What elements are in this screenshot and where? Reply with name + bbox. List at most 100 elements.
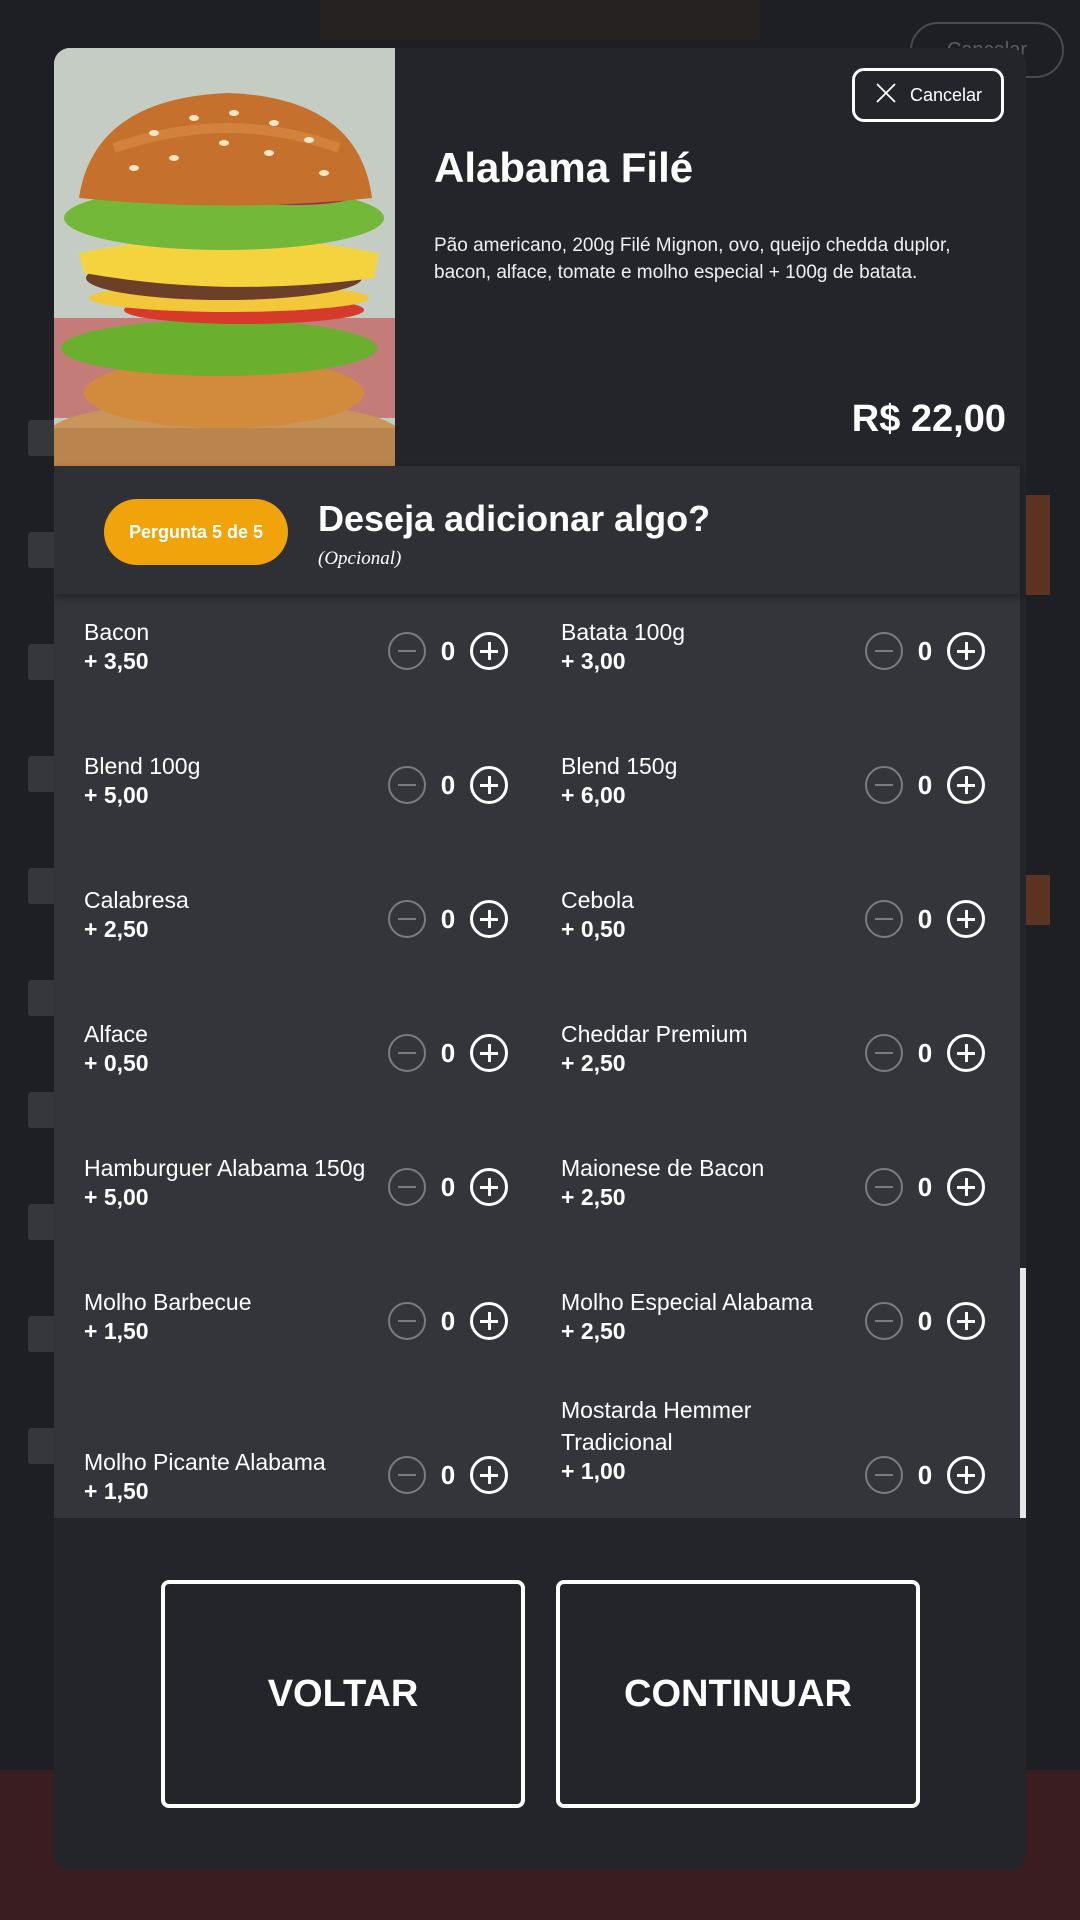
options-list[interactable]: Bacon + 3,50 0 Batata 100g + 3,00 0 Blend 100g… [54, 594, 1020, 1518]
minus-icon[interactable] [865, 1034, 903, 1072]
plus-icon[interactable] [470, 632, 508, 670]
product-title: Alabama Filé [434, 144, 694, 191]
minus-icon[interactable] [865, 632, 903, 670]
question-subtitle: (Opcional) [318, 548, 402, 569]
option-price: + 3,00 [561, 648, 626, 674]
option-item: Molho Especial Alabama + 2,50 0 [531, 1264, 1007, 1398]
minus-icon[interactable] [865, 1302, 903, 1340]
minus-icon[interactable] [388, 766, 426, 804]
plus-icon[interactable] [470, 766, 508, 804]
minus-icon[interactable] [865, 1168, 903, 1206]
background-banner [320, 0, 760, 40]
minus-icon[interactable] [865, 1456, 903, 1494]
quantity-stepper: 0 [388, 632, 508, 670]
quantity-stepper: 0 [388, 1456, 508, 1494]
option-price: + 2,50 [561, 1318, 626, 1344]
continue-button[interactable]: CONTINUAR [556, 1580, 920, 1808]
option-price: + 0,50 [561, 916, 626, 942]
cancel-label: Cancelar [909, 84, 983, 105]
question-title: Deseja adicionar algo? [318, 498, 711, 539]
option-item: Blend 150g + 6,00 0 [531, 728, 1007, 862]
question-header: Pergunta 5 de 5 Deseja adicionar algo? (… [54, 466, 1020, 594]
plus-icon[interactable] [947, 1456, 985, 1494]
back-button[interactable]: VOLTAR [161, 1580, 525, 1808]
cancel-button[interactable]: Cancelar [852, 68, 1004, 122]
quantity-value: 0 [917, 635, 933, 666]
plus-icon[interactable] [470, 1302, 508, 1340]
quantity-value: 0 [440, 1459, 456, 1490]
quantity-value: 0 [917, 769, 933, 800]
option-price: + 2,50 [561, 1050, 626, 1076]
product-modal: Cancelar Alabama Filé Pão americano, 200… [54, 48, 1026, 1870]
option-item: Mostarda Hemmer Tradicional + 1,00 0 [531, 1397, 1007, 1518]
option-item: Maionese de Bacon + 2,50 0 [531, 1130, 1007, 1264]
quantity-value: 0 [917, 1037, 933, 1068]
quantity-stepper: 0 [865, 1034, 985, 1072]
quantity-value: 0 [440, 1171, 456, 1202]
option-price: + 2,50 [84, 916, 149, 942]
product-description: Pão americano, 200g Filé Mignon, ovo, qu… [434, 235, 951, 283]
quantity-value: 0 [917, 1459, 933, 1490]
option-name: Blend 100g [84, 753, 201, 779]
quantity-value: 0 [917, 903, 933, 934]
plus-icon[interactable] [470, 1456, 508, 1494]
product-price: R$ 22,00 [851, 398, 1006, 440]
quantity-stepper: 0 [388, 1302, 508, 1340]
option-price: + 1,50 [84, 1318, 149, 1344]
option-item: Molho Picante Alabama + 1,50 0 [54, 1398, 530, 1518]
option-name: Mostarda Hemmer Tradicional [561, 1397, 752, 1455]
option-price: + 2,50 [561, 1184, 626, 1210]
option-price: + 1,00 [561, 1458, 626, 1484]
minus-icon[interactable] [388, 1302, 426, 1340]
plus-icon[interactable] [470, 1034, 508, 1072]
minus-icon[interactable] [388, 900, 426, 938]
quantity-value: 0 [917, 1171, 933, 1202]
plus-icon[interactable] [470, 900, 508, 938]
minus-icon[interactable] [388, 1168, 426, 1206]
plus-icon[interactable] [947, 1168, 985, 1206]
plus-icon[interactable] [947, 1034, 985, 1072]
plus-icon[interactable] [947, 766, 985, 804]
minus-icon[interactable] [865, 766, 903, 804]
plus-icon[interactable] [947, 1302, 985, 1340]
option-price: + 1,50 [84, 1478, 149, 1504]
quantity-stepper: 0 [865, 900, 985, 938]
plus-icon[interactable] [947, 632, 985, 670]
close-icon [874, 81, 898, 110]
quantity-stepper: 0 [388, 900, 508, 938]
quantity-value: 0 [440, 903, 456, 934]
minus-icon[interactable] [388, 1456, 426, 1494]
quantity-stepper: 0 [388, 1034, 508, 1072]
quantity-stepper: 0 [865, 766, 985, 804]
option-item: Cheddar Premium + 2,50 0 [531, 996, 1007, 1130]
product-image [54, 48, 395, 466]
minus-icon[interactable] [388, 1034, 426, 1072]
option-item: Molho Barbecue + 1,50 0 [54, 1264, 530, 1398]
option-item: Alface + 0,50 0 [54, 996, 530, 1130]
quantity-stepper: 0 [865, 1302, 985, 1340]
quantity-value: 0 [917, 1305, 933, 1336]
quantity-value: 0 [440, 1305, 456, 1336]
quantity-stepper: 0 [388, 1168, 508, 1206]
option-price: + 0,50 [84, 1050, 149, 1076]
option-item: Bacon + 3,50 0 [54, 594, 530, 728]
quantity-stepper: 0 [865, 1168, 985, 1206]
option-name: Cebola [561, 887, 634, 913]
plus-icon[interactable] [947, 900, 985, 938]
scrollbar-thumb[interactable] [1020, 1268, 1026, 1518]
quantity-stepper: 0 [388, 766, 508, 804]
plus-icon[interactable] [470, 1168, 508, 1206]
option-name: Blend 150g [561, 753, 678, 779]
quantity-value: 0 [440, 769, 456, 800]
option-item: Calabresa + 2,50 0 [54, 862, 530, 996]
option-price: + 3,50 [84, 648, 149, 674]
option-name: Calabresa [84, 887, 189, 913]
option-name: Cheddar Premium [561, 1021, 748, 1047]
question-step-badge: Pergunta 5 de 5 [104, 499, 288, 565]
minus-icon[interactable] [388, 632, 426, 670]
option-item: Batata 100g + 3,00 0 [531, 594, 1007, 728]
option-price: + 5,00 [84, 782, 149, 808]
option-name: Molho Barbecue [84, 1289, 252, 1315]
minus-icon[interactable] [865, 900, 903, 938]
option-item: Cebola + 0,50 0 [531, 862, 1007, 996]
